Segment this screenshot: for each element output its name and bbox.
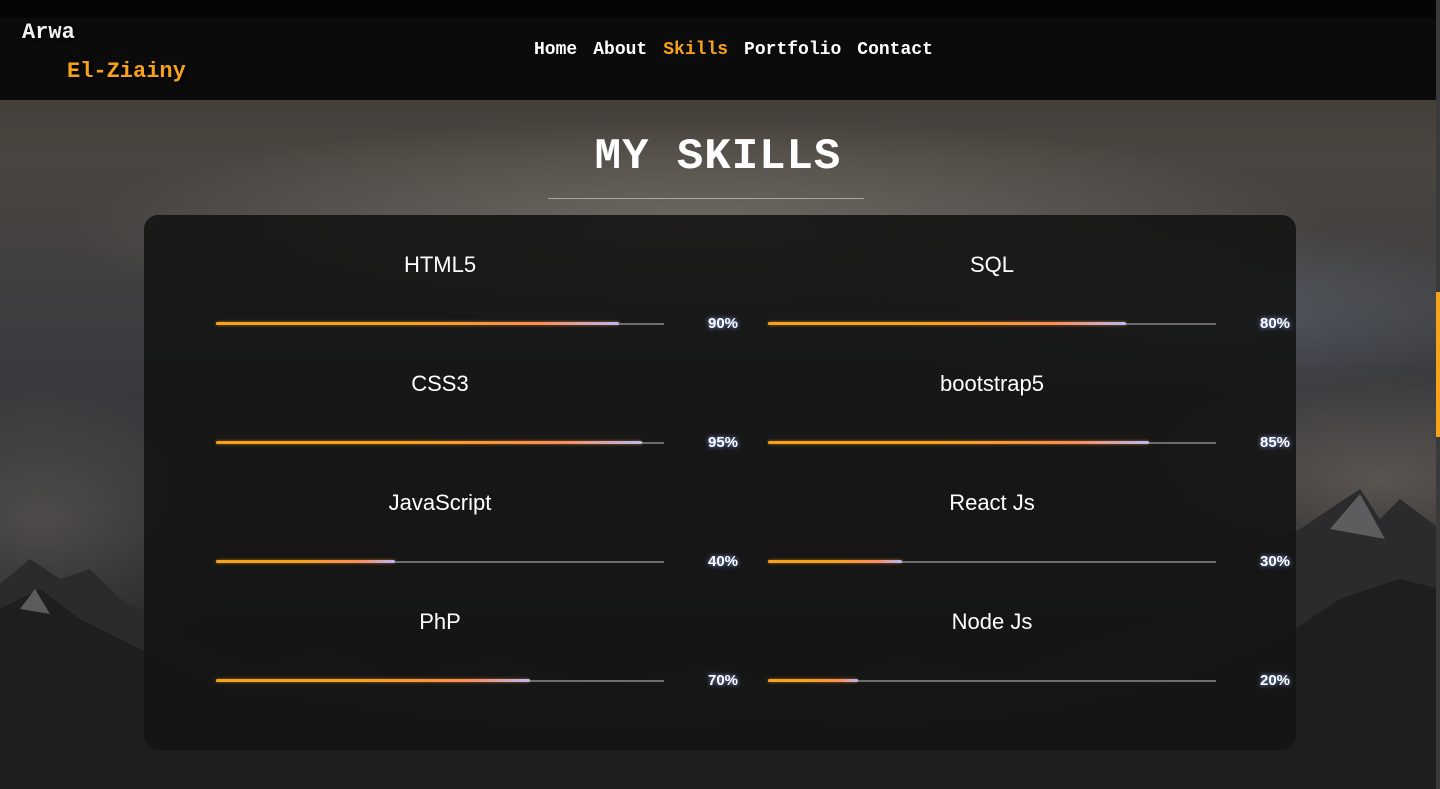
title-underline (548, 198, 864, 199)
skill-react: React Js 30% (732, 453, 1290, 570)
skill-percent: 20% (1260, 672, 1291, 689)
progress-fill (216, 679, 530, 682)
skill-name: React Js (949, 490, 1035, 515)
progress-track (216, 322, 664, 325)
skill-name: HTML5 (403, 252, 477, 277)
skill-percent: 80% (1260, 315, 1291, 332)
progress-track (216, 679, 664, 682)
skill-css3: CSS3 95% (180, 334, 738, 451)
skill-name: SQL (969, 252, 1015, 277)
skill-percent: 85% (1260, 434, 1291, 451)
progress-fill (216, 441, 642, 444)
skill-html5: HTML5 90% (180, 215, 738, 332)
main-nav: Home About Skills Portfolio Contact (534, 40, 933, 60)
skill-name: JavaScript (388, 490, 492, 515)
section-title: MY SKILLS (594, 132, 842, 182)
progress-track (768, 560, 1216, 563)
scrollbar-thumb[interactable] (1436, 292, 1440, 437)
progress-track (768, 441, 1216, 444)
nav-portfolio[interactable]: Portfolio (744, 40, 841, 60)
skill-name: Node Js (951, 609, 1033, 634)
nav-home[interactable]: Home (534, 40, 577, 60)
skill-name: bootstrap5 (940, 371, 1044, 396)
skills-panel: HTML5 90% SQL 80% CSS3 95% bootstrap5 85… (144, 215, 1296, 750)
skill-javascript: JavaScript 40% (180, 453, 738, 570)
progress-track (216, 560, 664, 563)
progress-track (768, 322, 1216, 325)
navbar-top-strip (0, 0, 1436, 18)
nav-contact[interactable]: Contact (857, 40, 933, 60)
skill-bootstrap5: bootstrap5 85% (732, 334, 1290, 451)
progress-fill (216, 560, 396, 563)
skill-sql: SQL 80% (732, 215, 1290, 332)
skill-name: CSS3 (411, 371, 469, 396)
brand-first-name[interactable]: Arwa (22, 20, 75, 45)
navbar: Arwa El-Ziainy Home About Skills Portfol… (0, 0, 1436, 100)
progress-fill (768, 322, 1127, 325)
brand-last-name[interactable]: El-Ziainy (67, 59, 186, 84)
nav-about[interactable]: About (593, 40, 647, 60)
progress-fill (768, 441, 1149, 444)
progress-fill (768, 679, 858, 682)
skill-php: PhP 70% (180, 572, 738, 689)
skill-name: PhP (419, 609, 461, 634)
nav-skills[interactable]: Skills (663, 40, 728, 60)
progress-track (216, 441, 664, 444)
skill-node: Node Js 20% (732, 572, 1290, 689)
progress-fill (216, 322, 620, 325)
progress-track (768, 679, 1216, 682)
skill-percent: 30% (1260, 553, 1291, 570)
progress-fill (768, 560, 903, 563)
